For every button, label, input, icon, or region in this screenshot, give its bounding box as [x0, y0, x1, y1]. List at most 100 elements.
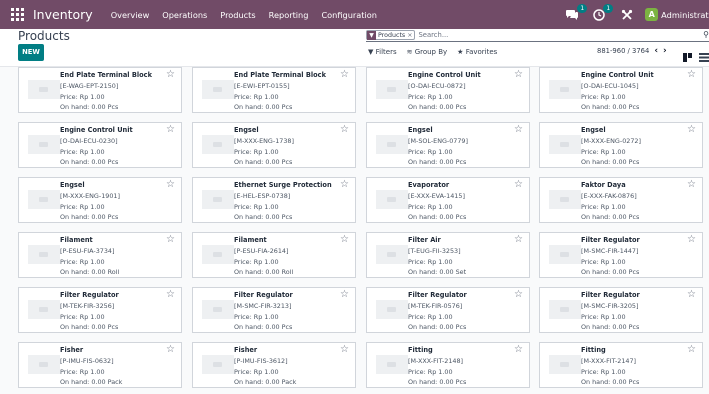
product-card[interactable]: Fisher [P-IMU-FIS-3612] Price: Rp 1.00 On h…	[192, 342, 356, 388]
product-card[interactable]: Filter Regulator [M-TEK-FIR-3256] Price: R…	[18, 287, 182, 333]
search-icon[interactable]: ⚲	[703, 30, 709, 39]
favorite-star-icon[interactable]: ☆	[340, 124, 349, 135]
favorite-star-icon[interactable]: ☆	[514, 234, 523, 245]
favorite-star-icon[interactable]: ☆	[340, 179, 349, 190]
product-card[interactable]: Filter Regulator [M-SMC-FIR-3213] Price: R…	[192, 287, 356, 333]
product-image-placeholder	[549, 300, 581, 319]
product-card[interactable]: Fisher [P-IMU-FIS-0632] Price: Rp 1.00 On h…	[18, 342, 182, 388]
favorite-star-icon[interactable]: ☆	[340, 344, 349, 355]
product-code: [M-TEK-FIR-3256]	[60, 302, 115, 310]
product-price: Price: Rp 1.00	[581, 148, 626, 156]
favorite-star-icon[interactable]: ☆	[166, 344, 175, 355]
app-brand[interactable]: Inventory	[33, 7, 93, 22]
user-avatar[interactable]: A	[645, 8, 659, 21]
product-code: [M-SMC-FIR-3213]	[234, 302, 292, 310]
product-card[interactable]: End Plate Terminal Block [E-WAG-EPT-2150]…	[18, 67, 182, 113]
favorite-star-icon[interactable]: ☆	[166, 289, 175, 300]
menu-operations[interactable]: Operations	[162, 10, 207, 20]
product-card[interactable]: Engsel [M-XXX-ENG-1901] Price: Rp 1.00 On h…	[18, 177, 182, 223]
product-card[interactable]: Engsel [M-XXX-ENG-0272] Price: Rp 1.00 On h…	[539, 122, 703, 168]
navbar-systray: 1 1 A Administrator	[565, 0, 709, 29]
facet-remove-icon[interactable]: ×	[407, 32, 414, 39]
product-name: Filament	[234, 236, 267, 244]
favorite-star-icon[interactable]: ☆	[340, 234, 349, 245]
new-button[interactable]: NEW	[18, 44, 44, 61]
pager-value[interactable]: 881-960 / 3764	[597, 47, 649, 55]
main-menu: Overview Operations Products Reporting C…	[111, 10, 377, 20]
product-price: Price: Rp 1.00	[234, 148, 279, 156]
product-card[interactable]: Engine Control Unit [O-DAI-ECU-0872] Price…	[366, 67, 530, 113]
product-name: End Plate Terminal Block	[234, 71, 326, 79]
favorite-star-icon[interactable]: ☆	[514, 69, 523, 80]
favorite-star-icon[interactable]: ☆	[514, 124, 523, 135]
favorite-star-icon[interactable]: ☆	[687, 344, 696, 355]
favorite-star-icon[interactable]: ☆	[166, 69, 175, 80]
kanban-view-icon[interactable]	[683, 47, 692, 62]
favorite-star-icon[interactable]: ☆	[687, 289, 696, 300]
product-price: Price: Rp 1.00	[408, 313, 453, 321]
favorite-star-icon[interactable]: ☆	[514, 344, 523, 355]
product-onhand: On hand: 0.00 Pcs	[408, 378, 467, 386]
product-card[interactable]: Engine Control Unit [O-DAI-ECU-1045] Price…	[539, 67, 703, 113]
product-onhand: On hand: 0.00 Roll	[60, 268, 120, 276]
product-name: Faktor Daya	[581, 181, 626, 189]
product-card[interactable]: Filament [P-ESU-FIA-2614] Price: Rp 1.00 On…	[192, 232, 356, 278]
pager-previous-icon[interactable]: ‹	[654, 46, 658, 56]
page-title: Products	[18, 29, 70, 43]
product-card[interactable]: Faktor Daya [E-XXX-FAK-0876] Price: Rp 1.0…	[539, 177, 703, 223]
favorite-star-icon[interactable]: ☆	[514, 179, 523, 190]
search-input[interactable]: Search...	[418, 31, 448, 39]
favorite-star-icon[interactable]: ☆	[687, 179, 696, 190]
app-menu-icon[interactable]	[11, 8, 25, 22]
list-view-icon[interactable]	[699, 47, 709, 62]
favorite-star-icon[interactable]: ☆	[340, 289, 349, 300]
menu-products[interactable]: Products	[220, 10, 255, 20]
chat-icon[interactable]: 1	[565, 3, 588, 21]
groupby-toggle[interactable]: ≋ Group By	[407, 48, 448, 56]
product-card[interactable]: Fitting [M-XXX-FIT-2148] Price: Rp 1.00 On …	[366, 342, 530, 388]
search-options: ▼ Filters ≋ Group By ★ Favorites	[368, 46, 497, 58]
product-card[interactable]: Evaporator [E-XXX-EVA-1415] Price: Rp 1.00…	[366, 177, 530, 223]
activity-clock-icon[interactable]: 1	[593, 3, 614, 21]
product-card[interactable]: End Plate Terminal Block [E-EWI-EPT-0155]…	[192, 67, 356, 113]
product-card[interactable]: Engsel [M-SOL-ENG-0779] Price: Rp 1.00 On h…	[366, 122, 530, 168]
menu-configuration[interactable]: Configuration	[321, 10, 377, 20]
product-code: [E-WAG-EPT-2150]	[60, 82, 119, 90]
menu-overview[interactable]: Overview	[111, 10, 150, 20]
product-card[interactable]: Fitting [M-XXX-FIT-2147] Price: Rp 1.00 On …	[539, 342, 703, 388]
product-image-placeholder	[376, 300, 408, 319]
product-card[interactable]: Ethernet Surge Protection [E-HEL-ESP-0738…	[192, 177, 356, 223]
product-onhand: On hand: 0.00 Pcs	[408, 323, 467, 331]
favorite-star-icon[interactable]: ☆	[514, 289, 523, 300]
filters-toggle[interactable]: ▼ Filters	[368, 48, 397, 56]
favorite-star-icon[interactable]: ☆	[166, 234, 175, 245]
product-onhand: On hand: 0.00 Pcs	[234, 103, 293, 111]
product-image-placeholder	[202, 245, 234, 264]
product-price: Price: Rp 1.00	[234, 368, 279, 376]
favorite-star-icon[interactable]: ☆	[340, 69, 349, 80]
product-price: Price: Rp 1.00	[581, 258, 626, 266]
product-card[interactable]: Filter Regulator [M-SMC-FIR-3205] Price: R…	[539, 287, 703, 333]
product-card[interactable]: Engsel [M-XXX-ENG-1738] Price: Rp 1.00 On h…	[192, 122, 356, 168]
product-code: [E-XXX-EVA-1415]	[408, 192, 465, 200]
product-card[interactable]: Filament [P-ESU-FIA-3734] Price: Rp 1.00 On…	[18, 232, 182, 278]
favorite-star-icon[interactable]: ☆	[687, 234, 696, 245]
favorites-toggle[interactable]: ★ Favorites	[457, 48, 497, 56]
product-card[interactable]: Filter Regulator [M-TEK-FIR-0576] Price: R…	[366, 287, 530, 333]
product-image-placeholder	[28, 80, 60, 99]
favorite-star-icon[interactable]: ☆	[687, 124, 696, 135]
favorite-star-icon[interactable]: ☆	[687, 69, 696, 80]
menu-reporting[interactable]: Reporting	[269, 10, 309, 20]
product-price: Price: Rp 1.00	[60, 203, 105, 211]
favorite-star-icon[interactable]: ☆	[166, 124, 175, 135]
pager: 881-960 / 3764 ‹ ›	[597, 46, 667, 56]
user-name[interactable]: Administrator	[661, 10, 709, 20]
search-bar[interactable]: ▼ Products × Search... ⚲	[366, 29, 709, 42]
product-card[interactable]: Filter Regulator [M-SMC-FIR-1447] Price: R…	[539, 232, 703, 278]
product-card[interactable]: Filter Air [T-EUG-FII-3253] Price: Rp 1.00…	[366, 232, 530, 278]
product-card[interactable]: Engine Control Unit [O-DAI-ECU-0230] Price…	[18, 122, 182, 168]
product-image-placeholder	[28, 245, 60, 264]
favorite-star-icon[interactable]: ☆	[166, 179, 175, 190]
tools-icon[interactable]	[621, 9, 633, 21]
pager-next-icon[interactable]: ›	[663, 46, 667, 56]
